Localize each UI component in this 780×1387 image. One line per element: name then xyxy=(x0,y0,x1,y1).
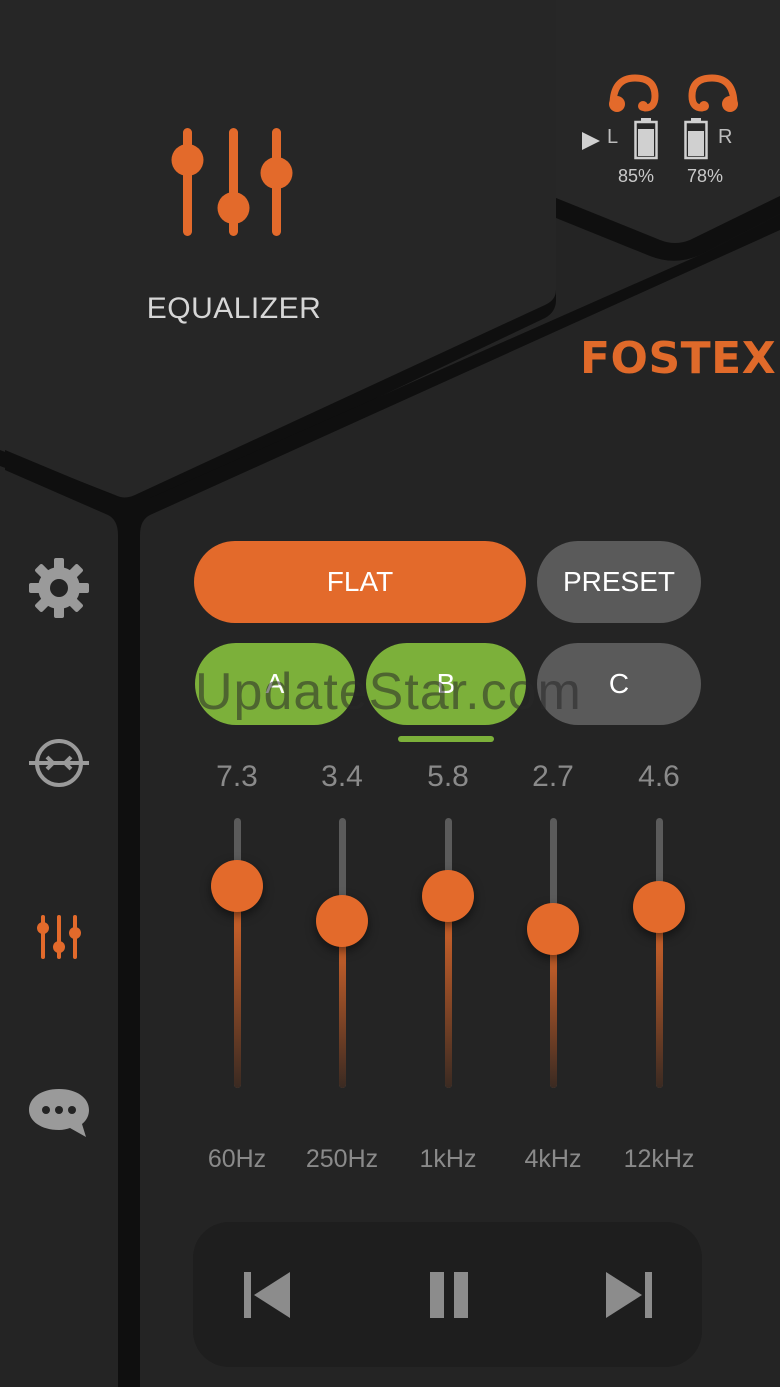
skip-previous-icon xyxy=(244,1272,290,1318)
earbud-left-icon xyxy=(605,70,665,120)
band-frequency-label: 4kHz xyxy=(524,1145,582,1173)
playing-indicator-icon xyxy=(580,130,602,152)
sidebar-item-settings[interactable] xyxy=(24,553,94,623)
band-frequency-label: 60Hz xyxy=(207,1145,267,1173)
band-slider-fill xyxy=(234,885,241,1088)
right-side-label: R xyxy=(718,126,733,148)
band-slider-knob[interactable] xyxy=(527,902,579,955)
brand-logo: FOSTEX xyxy=(580,333,777,384)
battery-left-icon xyxy=(634,118,658,160)
connect-icon xyxy=(29,739,89,787)
pause-button[interactable] xyxy=(416,1262,482,1328)
band-value: 5.8 xyxy=(427,760,469,793)
band-slider-track[interactable] xyxy=(445,818,452,1088)
band-slider-track[interactable] xyxy=(234,818,241,1088)
gear-icon xyxy=(29,558,89,618)
flat-button[interactable]: FLAT xyxy=(194,541,526,623)
band-slider-knob[interactable] xyxy=(211,859,263,912)
battery-right-percent: 78% xyxy=(686,166,724,186)
band-slider-track[interactable] xyxy=(656,818,663,1088)
previous-button[interactable] xyxy=(234,1262,300,1328)
watermark: UpdateStar.com xyxy=(195,663,582,721)
chat-icon xyxy=(29,1089,89,1137)
skip-next-icon xyxy=(606,1272,652,1318)
band-slider-fill xyxy=(656,907,663,1088)
preset-button[interactable]: PRESET xyxy=(537,541,701,623)
band-frequency-label: 12kHz xyxy=(623,1145,695,1173)
band-frequency-label: 250Hz xyxy=(305,1145,379,1173)
band-slider-fill xyxy=(445,896,452,1088)
band-value: 4.6 xyxy=(638,760,680,793)
left-side-label: L xyxy=(607,126,619,148)
band-value: 2.7 xyxy=(532,760,574,793)
pause-icon xyxy=(430,1272,468,1318)
battery-right-icon xyxy=(684,118,708,160)
band-slider-track[interactable] xyxy=(339,818,346,1088)
band-value: 3.4 xyxy=(321,760,363,793)
page-title: EQUALIZER xyxy=(146,292,322,325)
band-slider-knob[interactable] xyxy=(316,894,368,947)
equalizer-icon xyxy=(37,915,81,959)
next-button[interactable] xyxy=(596,1262,662,1328)
sidebar-item-equalizer[interactable] xyxy=(24,902,94,972)
sidebar-item-messages[interactable] xyxy=(24,1078,94,1148)
sidebar-item-connection[interactable] xyxy=(24,728,94,798)
band-slider-knob[interactable] xyxy=(633,881,685,934)
battery-left-percent: 85% xyxy=(617,166,655,186)
band-frequency-label: 1kHz xyxy=(419,1145,477,1173)
equalizer-icon xyxy=(168,120,298,250)
earbud-right-icon xyxy=(682,70,742,120)
active-slot-indicator xyxy=(398,736,494,742)
band-slider-knob[interactable] xyxy=(422,870,474,923)
band-value: 7.3 xyxy=(216,760,258,793)
